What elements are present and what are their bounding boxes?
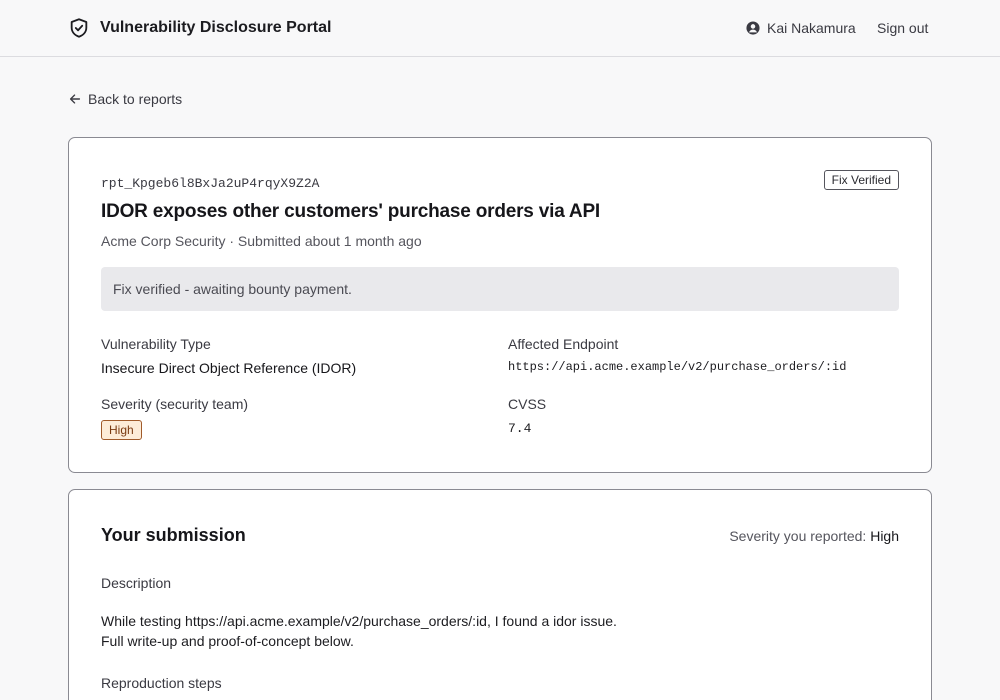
status-badge: Fix Verified	[823, 170, 899, 190]
affected-endpoint-value: https://api.acme.example/v2/purchase_ord…	[508, 360, 847, 374]
reported-severity: Severity you reported: High	[729, 528, 899, 544]
user-circle-icon	[746, 21, 760, 35]
back-to-reports-link[interactable]: Back to reports	[68, 89, 182, 109]
shield-check-icon	[68, 17, 90, 39]
reported-severity-label: Severity you reported:	[729, 528, 867, 544]
severity-label: Severity (security team)	[101, 396, 249, 412]
description-label: Description	[101, 575, 172, 591]
submission-card: Your submission Severity you reported: H…	[68, 489, 932, 700]
user-menu[interactable]: Kai Nakamura	[746, 18, 856, 38]
status-notice-text: Fix verified - awaiting bounty payment.	[113, 281, 352, 297]
brand[interactable]: Vulnerability Disclosure Portal	[68, 16, 331, 40]
description-line: While testing https://api.acme.example/v…	[101, 613, 617, 629]
severity-badge: High	[101, 420, 142, 440]
back-label: Back to reports	[88, 91, 183, 107]
report-title: IDOR exposes other customers' purchase o…	[101, 201, 601, 222]
arrow-left-icon	[68, 92, 82, 106]
cvss-label: CVSS	[508, 396, 547, 412]
status-notice: Fix verified - awaiting bounty payment.	[101, 267, 899, 311]
top-bar: Vulnerability Disclosure Portal Kai Naka…	[0, 0, 1000, 57]
description-line: Full write-up and proof-of-concept below…	[101, 633, 354, 649]
report-meta: Acme Corp Security · Submitted about 1 m…	[101, 233, 422, 249]
vulnerability-type-label: Vulnerability Type	[101, 336, 211, 352]
vulnerability-type-value: Insecure Direct Object Reference (IDOR)	[101, 360, 357, 376]
submission-title: Your submission	[101, 525, 246, 545]
reported-severity-value: High	[870, 528, 899, 544]
app-title: Vulnerability Disclosure Portal	[100, 19, 332, 36]
report-summary-card: rpt_Kpgeb6l8BxJa2uP4rqyX9Z2A Fix Verifie…	[68, 137, 932, 473]
reproduction-steps-label: Reproduction steps	[101, 675, 222, 691]
report-id: rpt_Kpgeb6l8BxJa2uP4rqyX9Z2A	[101, 176, 320, 191]
affected-endpoint-label: Affected Endpoint	[508, 336, 619, 352]
cvss-value: 7.4	[508, 421, 532, 436]
description-text: While testing https://api.acme.example/v…	[101, 611, 881, 651]
sign-out-button[interactable]: Sign out	[877, 18, 928, 38]
user-name: Kai Nakamura	[767, 20, 856, 36]
